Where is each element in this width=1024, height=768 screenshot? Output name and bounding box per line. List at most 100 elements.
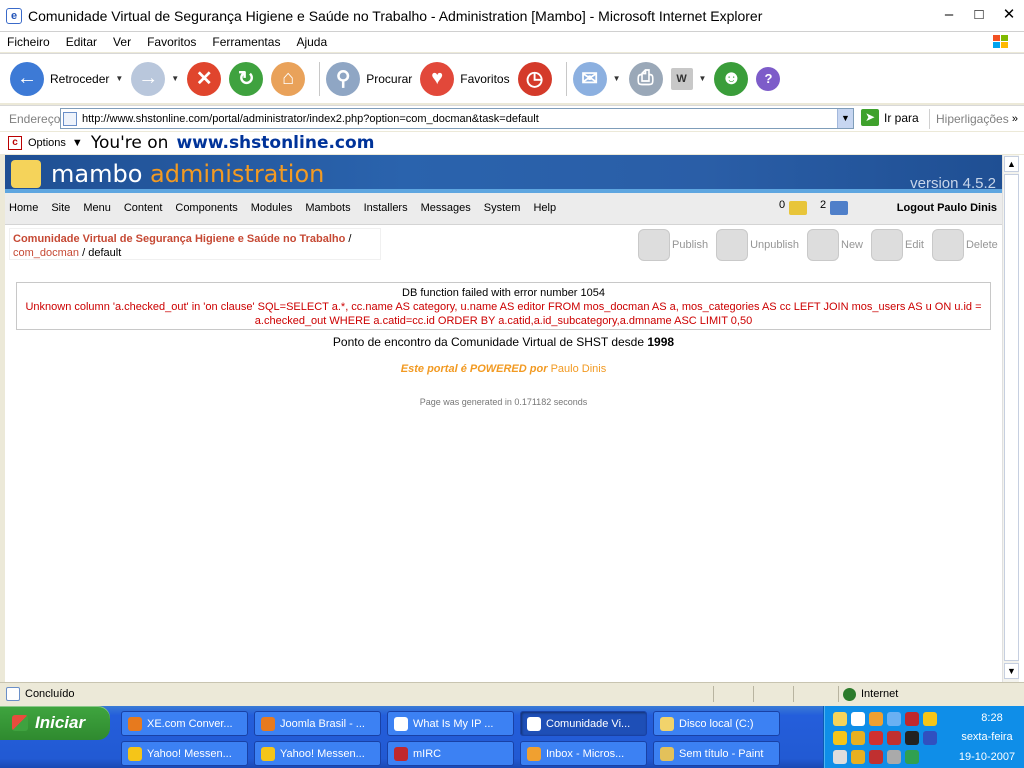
address-input[interactable]: http://www.shstonline.com/portal/adminis…: [60, 108, 854, 129]
admin-menu-modules[interactable]: Modules: [251, 202, 293, 214]
vertical-scrollbar[interactable]: ▲ ▼: [1002, 155, 1019, 682]
breadcrumb-site[interactable]: Comunidade Virtual de Segurança Higiene …: [13, 233, 345, 245]
task-button[interactable]: Yahoo! Messen...: [121, 741, 248, 766]
admin-menu-home[interactable]: Home: [9, 202, 38, 214]
tray-icon[interactable]: [887, 750, 901, 764]
mail-dropdown-icon[interactable]: ▼: [613, 74, 621, 83]
menu-editar[interactable]: Editar: [66, 35, 97, 49]
task-button[interactable]: Disco local (C:): [653, 711, 780, 736]
minimize-button[interactable]: –: [940, 6, 958, 24]
favorites-button[interactable]: ♥ Favoritos: [420, 59, 510, 99]
refresh-button[interactable]: ↻: [229, 59, 264, 99]
task-button[interactable]: What Is My IP ...: [387, 711, 514, 736]
menu-ajuda[interactable]: Ajuda: [296, 35, 327, 49]
messenger-button[interactable]: ☻: [714, 59, 749, 99]
address-url[interactable]: http://www.shstonline.com/portal/adminis…: [82, 113, 539, 125]
admin-menu-help[interactable]: Help: [533, 202, 556, 214]
admin-menu-menu[interactable]: Menu: [83, 202, 111, 214]
clock-time[interactable]: 8:28: [964, 712, 1020, 724]
home-button[interactable]: ⌂: [271, 59, 306, 99]
menu-ver[interactable]: Ver: [113, 35, 131, 49]
task-button[interactable]: XE.com Conver...: [121, 711, 248, 736]
stop-button[interactable]: ✕: [187, 59, 222, 99]
scrollbar-thumb[interactable]: [1004, 174, 1019, 661]
task-label: What Is My IP ...: [413, 717, 494, 730]
tray-icon[interactable]: [887, 731, 901, 745]
delete-button[interactable]: Delete: [931, 229, 998, 261]
tray-icon[interactable]: [923, 731, 937, 745]
tray-icon[interactable]: [869, 712, 883, 726]
admin-menu-system[interactable]: System: [484, 202, 521, 214]
research-button[interactable]: ?: [756, 59, 781, 99]
users-counter[interactable]: 2: [820, 199, 849, 215]
start-button[interactable]: Iniciar: [0, 706, 110, 740]
edit-word-button[interactable]: W ▼: [670, 59, 707, 99]
mail-button[interactable]: ✉ ▼: [572, 59, 621, 99]
admin-menu-site[interactable]: Site: [51, 202, 70, 214]
messages-counter[interactable]: 0: [779, 199, 808, 215]
back-button[interactable]: ← Retroceder ▼: [10, 59, 123, 99]
edit-button[interactable]: Edit: [871, 229, 924, 261]
logout-link[interactable]: Logout Paulo Dinis: [897, 202, 997, 214]
go-button[interactable]: ➤ Ir para: [861, 109, 919, 126]
start-label: Iniciar: [35, 713, 86, 732]
tray-icon[interactable]: [833, 731, 847, 745]
maximize-button[interactable]: □: [970, 6, 988, 24]
scroll-down-icon[interactable]: ▼: [1004, 663, 1019, 679]
zone-label: Internet: [861, 688, 899, 700]
admin-menu-mambots[interactable]: Mambots: [305, 202, 350, 214]
breadcrumb-component[interactable]: com_docman: [13, 247, 79, 259]
unpublish-button[interactable]: Unpublish: [716, 229, 799, 261]
new-button[interactable]: New: [807, 229, 863, 261]
tray-icon[interactable]: [905, 731, 919, 745]
task-button[interactable]: Yahoo! Messen...: [254, 741, 381, 766]
mambo-header: mambo administration version 4.5.2: [5, 155, 1002, 193]
scroll-up-icon[interactable]: ▲: [1004, 156, 1019, 172]
tray-icon[interactable]: [905, 750, 919, 764]
chevron-right-icon[interactable]: »: [1012, 109, 1018, 129]
options-menu[interactable]: Options: [28, 137, 66, 149]
publish-button[interactable]: Publish: [638, 229, 708, 261]
back-dropdown-icon[interactable]: ▼: [115, 74, 123, 83]
print-button[interactable]: ⎙: [628, 59, 663, 99]
task-button[interactable]: Sem título - Paint: [653, 741, 780, 766]
tray-icon[interactable]: [887, 712, 901, 726]
tray-icon[interactable]: [869, 731, 883, 745]
search-button[interactable]: ⚲ Procurar: [326, 59, 412, 99]
forward-dropdown-icon[interactable]: ▼: [171, 74, 179, 83]
task-button[interactable]: Inbox - Micros...: [520, 741, 647, 766]
toolbar-separator: [565, 61, 567, 96]
tray-icon[interactable]: [905, 712, 919, 726]
menu-favoritos[interactable]: Favoritos: [147, 35, 196, 49]
page-icon: [63, 111, 77, 126]
admin-menu-messages[interactable]: Messages: [421, 202, 471, 214]
tray-icon[interactable]: [833, 750, 847, 764]
admin-menu-installers[interactable]: Installers: [364, 202, 408, 214]
close-window-button[interactable]: ✕: [1000, 6, 1018, 24]
admin-menu-content[interactable]: Content: [124, 202, 163, 214]
tray-icon[interactable]: [923, 712, 937, 726]
links-toolbar[interactable]: Hiperligações »: [929, 109, 1024, 129]
windows-flag-icon: [12, 715, 28, 731]
tray-icon[interactable]: [851, 731, 865, 745]
links-label: Hiperligações: [936, 112, 1009, 126]
tray-icon[interactable]: [851, 712, 865, 726]
go-arrow-icon: ➤: [861, 109, 879, 126]
history-button[interactable]: ◷: [517, 59, 552, 99]
address-dropdown-icon[interactable]: ▼: [837, 109, 853, 128]
forward-button[interactable]: → ▼: [131, 59, 179, 99]
tray-icon[interactable]: [851, 750, 865, 764]
admin-menu-components[interactable]: Components: [175, 202, 237, 214]
edit-dropdown-icon[interactable]: ▼: [699, 74, 707, 83]
powered-name[interactable]: Paulo Dinis: [551, 363, 607, 375]
menu-ficheiro[interactable]: Ficheiro: [7, 35, 50, 49]
menu-ferramentas[interactable]: Ferramentas: [212, 35, 280, 49]
options-dropdown-icon[interactable]: ▼: [72, 137, 83, 149]
delete-icon: [931, 229, 964, 261]
task-button[interactable]: mIRC: [387, 741, 514, 766]
page-generated-time: Page was generated in 0.171182 seconds: [419, 397, 588, 407]
tray-icon[interactable]: [833, 712, 847, 726]
task-button[interactable]: Comunidade Vi...: [520, 711, 647, 736]
task-button[interactable]: Joomla Brasil - ...: [254, 711, 381, 736]
tray-icon[interactable]: [869, 750, 883, 764]
